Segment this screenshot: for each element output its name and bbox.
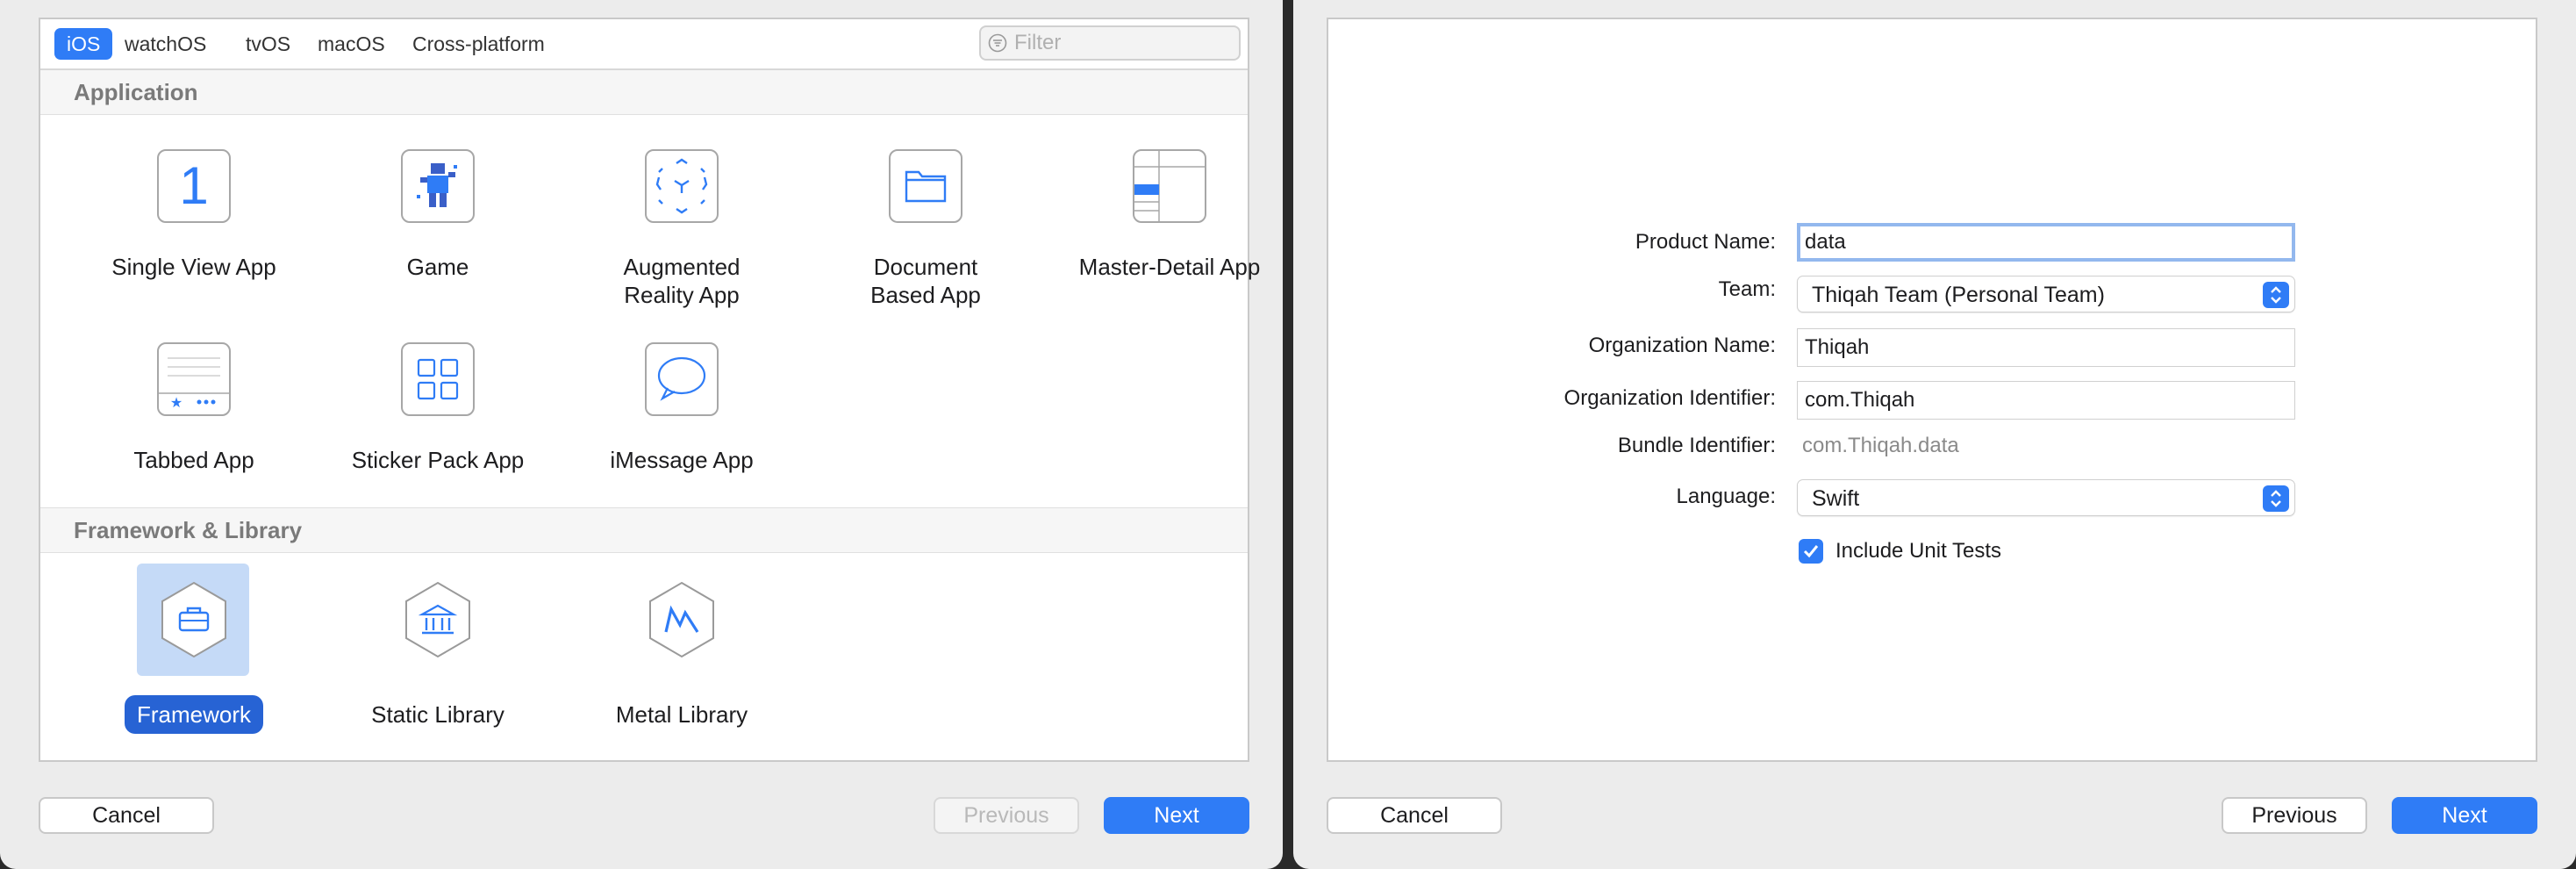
cancel-button[interactable]: Cancel <box>39 797 214 834</box>
single-view-app-icon: 1 <box>157 149 231 223</box>
metal-icon <box>649 581 714 658</box>
bundle-identifier-label: Bundle Identifier: <box>1617 434 1776 457</box>
organization-name-label: Organization Name: <box>1588 334 1776 357</box>
language-popup[interactable]: Swift <box>1797 479 2295 516</box>
template-single-view-app[interactable]: 1 Single View App <box>75 130 312 280</box>
organization-name-field[interactable] <box>1797 328 2295 367</box>
chevron-up-down-icon <box>2263 282 2289 308</box>
template-label: Sticker Pack App <box>351 447 525 473</box>
next-button[interactable]: Next <box>1104 797 1249 834</box>
template-label-line1: Augmented <box>623 254 741 280</box>
project-options-window: Product Name: Team: Thiqah Team (Persona… <box>1293 0 2576 869</box>
folder-icon <box>889 149 962 223</box>
template-label: Tabbed App <box>133 447 254 473</box>
previous-button[interactable]: Previous <box>2222 797 2367 834</box>
product-name-label: Product Name: <box>1635 230 1776 254</box>
template-tabbed-app[interactable]: ★ Tabbed App <box>75 323 312 473</box>
template-label: Static Library <box>371 701 504 728</box>
chevron-up-down-icon <box>2263 485 2289 512</box>
template-label: Single View App <box>111 254 276 280</box>
filter-input[interactable] <box>1014 31 1225 55</box>
template-label: Metal Library <box>615 701 748 728</box>
organization-identifier-field[interactable] <box>1797 381 2295 420</box>
options-pane: Product Name: Team: Thiqah Team (Persona… <box>1327 18 2537 762</box>
svg-text:1: 1 <box>179 156 208 215</box>
language-value: Swift <box>1812 486 1860 511</box>
template-label-line2: Reality App <box>624 282 740 308</box>
template-sticker-pack-app[interactable]: Sticker Pack App <box>319 323 556 473</box>
template-metal-library[interactable]: Metal Library <box>563 562 800 737</box>
team-value: Thiqah Team (Personal Team) <box>1812 283 2105 307</box>
tab-tvos[interactable]: tvOS <box>233 28 303 60</box>
sticker-grid-icon <box>401 342 475 416</box>
platform-tab-bar: iOS watchOS tvOS macOS Cross-platform <box>40 19 1248 70</box>
message-bubble-icon <box>645 342 719 416</box>
template-label: Game <box>406 254 469 280</box>
template-pane: iOS watchOS tvOS macOS Cross-platform Ap… <box>39 18 1260 762</box>
section-title: Framework & Library <box>74 517 303 543</box>
section-title: Application <box>74 79 198 105</box>
product-name-field[interactable] <box>1797 223 2295 262</box>
template-document-based-app[interactable]: Document Based App <box>807 130 1044 308</box>
template-static-library[interactable]: Static Library <box>319 562 556 737</box>
template-framework[interactable]: Framework <box>75 562 312 737</box>
organization-identifier-label: Organization Identifier: <box>1563 386 1776 410</box>
section-header-application: Application <box>40 70 1248 115</box>
cancel-button[interactable]: Cancel <box>1327 797 1502 834</box>
language-label: Language: <box>1676 485 1776 508</box>
template-label-line2: Based App <box>870 282 981 308</box>
template-master-detail-app[interactable]: Master-Detail App <box>1051 130 1283 280</box>
tab-macos[interactable]: macOS <box>305 28 397 60</box>
tab-cross-platform[interactable]: Cross-platform <box>400 28 557 60</box>
previous-button[interactable]: Previous <box>934 797 1079 834</box>
tab-ios[interactable]: iOS <box>54 28 113 60</box>
template-label-selected: Framework <box>125 695 263 734</box>
section-header-framework-library: Framework & Library <box>40 507 1248 553</box>
filter-icon <box>988 33 1007 53</box>
master-detail-icon <box>1133 149 1206 223</box>
team-popup[interactable]: Thiqah Team (Personal Team) <box>1797 276 2295 312</box>
bundle-identifier-value: com.Thiqah.data <box>1802 434 1959 457</box>
template-chooser-window: iOS watchOS tvOS macOS Cross-platform Ap… <box>0 0 1283 869</box>
template-imessage-app[interactable]: iMessage App <box>563 323 800 473</box>
include-unit-tests-checkbox[interactable] <box>1799 539 1823 564</box>
tabbed-app-icon: ★ <box>157 342 231 416</box>
augmented-reality-icon <box>645 149 719 223</box>
team-label: Team: <box>1718 277 1776 301</box>
include-unit-tests-label[interactable]: Include Unit Tests <box>1835 539 2001 564</box>
svg-text:★: ★ <box>170 394 182 411</box>
template-augmented-reality-app[interactable]: Augmented Reality App <box>563 130 800 308</box>
next-button[interactable]: Next <box>2392 797 2537 834</box>
template-label: iMessage App <box>610 447 754 473</box>
template-label: Master-Detail App <box>1078 254 1261 280</box>
filter-field[interactable] <box>979 25 1241 61</box>
template-label-line1: Document <box>873 254 978 280</box>
framework-icon <box>161 581 226 658</box>
library-building-icon <box>405 581 470 658</box>
template-game[interactable]: Game <box>319 130 556 280</box>
tab-watchos[interactable]: watchOS <box>112 28 218 60</box>
game-icon <box>401 149 475 223</box>
